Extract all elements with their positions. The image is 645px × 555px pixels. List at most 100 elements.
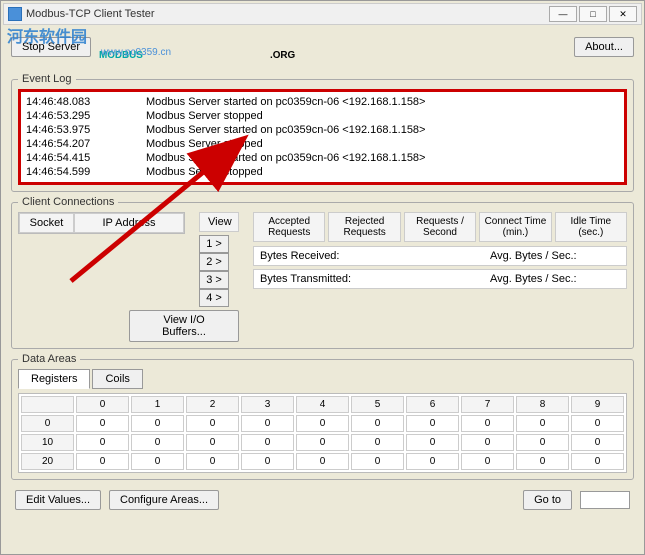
- bytes-transmitted-row: Bytes Transmitted: Avg. Bytes / Sec.:: [253, 269, 627, 289]
- goto-input[interactable]: [580, 491, 630, 509]
- data-cell[interactable]: 0: [516, 434, 569, 451]
- maximize-button[interactable]: □: [579, 6, 607, 22]
- rejected-requests-header: Rejected Requests: [328, 212, 400, 242]
- watermark-url: www.pc0359.cn: [101, 47, 171, 58]
- col-header: 8: [516, 396, 569, 413]
- table-row: 200000000000: [21, 453, 624, 470]
- log-time: 14:46:54.599: [26, 165, 106, 179]
- data-cell[interactable]: 0: [241, 415, 294, 432]
- log-entry: 14:46:48.083 Modbus Server started on pc0…: [26, 95, 619, 109]
- data-cell[interactable]: 0: [516, 453, 569, 470]
- col-header: 5: [351, 396, 404, 413]
- data-cell[interactable]: 0: [406, 434, 459, 451]
- log-time: 14:46:53.975: [26, 123, 106, 137]
- event-log-legend: Event Log: [18, 73, 76, 85]
- event-log-group: Event Log 14:46:48.083 Modbus Server star…: [11, 73, 634, 192]
- configure-areas-button[interactable]: Configure Areas...: [109, 490, 219, 510]
- col-header: 7: [461, 396, 514, 413]
- log-entry: 14:46:54.207Modbus Server stopped: [26, 137, 619, 151]
- data-cell[interactable]: 0: [131, 434, 184, 451]
- data-cell[interactable]: 0: [351, 434, 404, 451]
- edit-values-button[interactable]: Edit Values...: [15, 490, 101, 510]
- table-row: 00000000000: [21, 415, 624, 432]
- log-message: Modbus Server stopped: [146, 109, 263, 123]
- data-cell[interactable]: 0: [406, 415, 459, 432]
- data-cell[interactable]: 0: [241, 453, 294, 470]
- client-connections-group: Client Connections Socket IP Address Vie…: [11, 196, 634, 349]
- col-header: 1: [131, 396, 184, 413]
- stop-server-button[interactable]: Stop Server: [11, 37, 91, 57]
- col-header: 6: [406, 396, 459, 413]
- view-bank-button[interactable]: 1 >: [199, 235, 229, 253]
- data-cell[interactable]: 0: [186, 415, 239, 432]
- ip-address-header: IP Address: [74, 213, 184, 233]
- col-header: 3: [241, 396, 294, 413]
- data-cell[interactable]: 0: [461, 453, 514, 470]
- socket-ip-header: Socket IP Address: [18, 212, 185, 234]
- log-entry: 14:46:53.975 Modbus Server started on pc0…: [26, 123, 619, 137]
- client-connections-legend: Client Connections: [18, 196, 118, 208]
- goto-button[interactable]: Go to: [523, 490, 572, 510]
- col-header: 0: [76, 396, 129, 413]
- close-button[interactable]: ✕: [609, 6, 637, 22]
- data-cell[interactable]: 0: [76, 434, 129, 451]
- log-message: Modbus Server stopped: [146, 165, 263, 179]
- tab-coils[interactable]: Coils: [92, 369, 142, 389]
- data-cell[interactable]: 0: [461, 415, 514, 432]
- log-message: Modbus Server started on pc0359cn-06 <19…: [146, 95, 425, 109]
- data-cell[interactable]: 0: [296, 453, 349, 470]
- row-header: 0: [21, 415, 74, 432]
- toolbar: Stop Server MODBUS .ORG About...: [3, 25, 642, 69]
- data-cell[interactable]: 0: [296, 415, 349, 432]
- table-row: 100000000000: [21, 434, 624, 451]
- requests-per-second-header: Requests / Second: [404, 212, 476, 242]
- stats-header-row: Accepted Requests Rejected Requests Requ…: [253, 212, 627, 242]
- col-header: 9: [571, 396, 624, 413]
- tab-registers[interactable]: Registers: [18, 369, 90, 389]
- data-cell[interactable]: 0: [241, 434, 294, 451]
- log-time: 14:46:54.415: [26, 151, 106, 165]
- data-cell[interactable]: 0: [571, 453, 624, 470]
- log-entry: 14:46:54.599 Modbus Server stopped: [26, 165, 619, 179]
- data-cell[interactable]: 0: [131, 453, 184, 470]
- log-message: Modbus Server started on pc0359cn-06 <19…: [146, 123, 425, 137]
- data-cell[interactable]: 0: [516, 415, 569, 432]
- data-cell[interactable]: 0: [351, 415, 404, 432]
- data-cell[interactable]: 0: [406, 453, 459, 470]
- view-bank-button[interactable]: 2 >: [199, 253, 229, 271]
- data-cell[interactable]: 0: [131, 415, 184, 432]
- row-header: 10: [21, 434, 74, 451]
- log-entry: 14:46:53.295 Modbus Server stopped: [26, 109, 619, 123]
- avg-bytes-rx-label: Avg. Bytes / Sec.:: [490, 250, 620, 262]
- data-cell[interactable]: 0: [76, 415, 129, 432]
- connect-time-header: Connect Time (min.): [479, 212, 551, 242]
- titlebar: Modbus-TCP Client Tester — □ ✕: [3, 3, 642, 25]
- socket-header: Socket: [19, 213, 74, 233]
- data-cell[interactable]: 0: [186, 453, 239, 470]
- view-io-buffers-button[interactable]: View I/O Buffers...: [129, 310, 239, 342]
- data-cell[interactable]: 0: [461, 434, 514, 451]
- window-title: Modbus-TCP Client Tester: [26, 8, 549, 20]
- minimize-button[interactable]: —: [549, 6, 577, 22]
- app-icon: [8, 7, 22, 21]
- log-time: 14:46:53.295: [26, 109, 106, 123]
- col-header: 2: [186, 396, 239, 413]
- log-message: Modbus Server started on pc0359cn-06 <19…: [146, 151, 425, 165]
- data-cell[interactable]: 0: [186, 434, 239, 451]
- window-controls: — □ ✕: [549, 6, 637, 22]
- view-bank-button[interactable]: 3 >: [199, 271, 229, 289]
- data-cell[interactable]: 0: [296, 434, 349, 451]
- data-areas-legend: Data Areas: [18, 353, 80, 365]
- bytes-received-label: Bytes Received:: [260, 250, 370, 262]
- log-time: 14:46:48.083: [26, 95, 106, 109]
- col-header: 4: [296, 396, 349, 413]
- data-cell[interactable]: 0: [351, 453, 404, 470]
- data-cell[interactable]: 0: [571, 434, 624, 451]
- about-button[interactable]: About...: [574, 37, 634, 57]
- log-time: 14:46:54.207: [26, 137, 106, 151]
- view-column: View 1 >2 >3 >4 > View I/O Buffers...: [199, 212, 239, 342]
- data-cell[interactable]: 0: [76, 453, 129, 470]
- view-bank-button[interactable]: 4 >: [199, 289, 229, 307]
- data-grid[interactable]: 0123456789 00000000000100000000000200000…: [18, 393, 627, 473]
- data-cell[interactable]: 0: [571, 415, 624, 432]
